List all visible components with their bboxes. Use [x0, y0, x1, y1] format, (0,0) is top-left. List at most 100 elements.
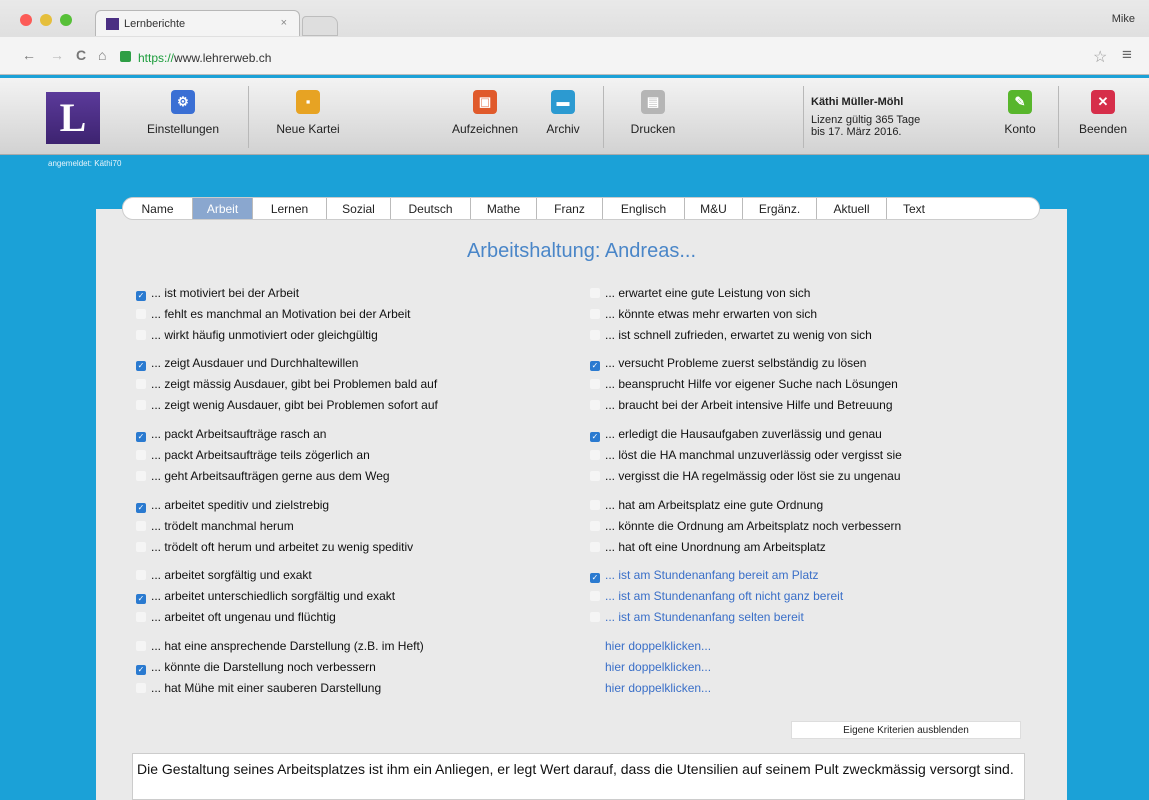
tab-5[interactable]: Mathe	[471, 198, 537, 219]
criteria-item[interactable]: ✓ ... versucht Probleme zuerst selbständi…	[590, 356, 866, 372]
criteria-item[interactable]: ... arbeitet sorgfältig und exakt	[136, 568, 312, 584]
tab-10[interactable]: Aktuell	[817, 198, 887, 219]
account-button[interactable]: ✎ Konto	[995, 90, 1045, 136]
criteria-item[interactable]: ... ist am Stundenanfang oft nicht ganz …	[590, 589, 843, 605]
criteria-item[interactable]: ✓ ... könnte die Darstellung noch verbess…	[136, 660, 376, 676]
criteria-item[interactable]: ✓ ... erledigt die Hausaufgaben zuverläss…	[590, 427, 882, 443]
criteria-item[interactable]: ✓ ... ist motiviert bei der Arbeit	[136, 286, 299, 302]
criteria-item[interactable]: hier doppelklicken...	[590, 660, 711, 676]
criteria-item[interactable]: ✓ ... packt Arbeitsaufträge rasch an	[136, 427, 326, 443]
criteria-item[interactable]: ... ist am Stundenanfang selten bereit	[590, 610, 804, 626]
browser-menu-icon[interactable]: ≡	[1122, 45, 1132, 65]
checkbox[interactable]: ✓	[136, 503, 146, 513]
checkbox[interactable]	[136, 379, 146, 389]
address-bar[interactable]: https://www.lehrerweb.ch	[138, 51, 271, 65]
checkbox[interactable]: ✓	[136, 291, 146, 301]
checkbox[interactable]: ✓	[590, 432, 600, 442]
tab-4[interactable]: Deutsch	[391, 198, 471, 219]
tab-11[interactable]: Text	[887, 198, 941, 219]
tab-3[interactable]: Sozial	[327, 198, 391, 219]
checkbox[interactable]: ✓	[590, 361, 600, 371]
tab-1[interactable]: Arbeit	[193, 198, 253, 219]
browser-tab[interactable]: Lernberichte ×	[95, 10, 300, 36]
checkbox[interactable]	[590, 450, 600, 460]
reload-icon[interactable]: C	[76, 47, 86, 63]
checkbox[interactable]	[590, 379, 600, 389]
minimize-window-icon[interactable]	[40, 14, 52, 26]
bookmark-star-icon[interactable]: ☆	[1093, 47, 1107, 67]
checkbox[interactable]	[590, 309, 600, 319]
checkbox[interactable]	[136, 542, 146, 552]
tab-8[interactable]: M&U	[685, 198, 743, 219]
checkbox[interactable]	[590, 500, 600, 510]
criteria-item[interactable]: ... trödelt manchmal herum	[136, 519, 294, 535]
criteria-item[interactable]: ✓ ... ist am Stundenanfang bereit am Plat…	[590, 568, 818, 584]
criteria-item[interactable]: ... zeigt mässig Ausdauer, gibt bei Prob…	[136, 377, 437, 393]
criteria-item[interactable]: ... könnte etwas mehr erwarten von sich	[590, 307, 817, 323]
criteria-item[interactable]: ... geht Arbeitsaufträgen gerne aus dem …	[136, 469, 390, 485]
checkbox[interactable]	[590, 591, 600, 601]
new-card-button[interactable]: ▪ Neue Kartei	[258, 90, 358, 136]
criteria-item[interactable]: ✓ ... arbeitet unterschiedlich sorgfältig…	[136, 589, 395, 605]
checkbox[interactable]: ✓	[136, 594, 146, 604]
criteria-item[interactable]: ... erwartet eine gute Leistung von sich	[590, 286, 810, 302]
quit-button[interactable]: ✕ Beenden	[1068, 90, 1138, 136]
checkbox[interactable]	[136, 641, 146, 651]
criteria-item[interactable]: ... arbeitet oft ungenau und flüchtig	[136, 610, 336, 626]
checkbox[interactable]	[136, 570, 146, 580]
checkbox[interactable]: ✓	[590, 573, 600, 583]
close-window-icon[interactable]	[20, 14, 32, 26]
checkbox[interactable]	[590, 521, 600, 531]
forward-icon[interactable]: →	[50, 47, 64, 63]
criteria-item[interactable]: ... hat oft eine Unordnung am Arbeitspla…	[590, 540, 826, 556]
checkbox[interactable]	[136, 330, 146, 340]
checkbox[interactable]	[590, 471, 600, 481]
checkbox[interactable]	[136, 309, 146, 319]
criteria-item[interactable]: ... hat am Arbeitsplatz eine gute Ordnun…	[590, 498, 823, 514]
criteria-item[interactable]: ... vergisst die HA regelmässig oder lös…	[590, 469, 901, 485]
checkbox[interactable]	[136, 471, 146, 481]
criteria-item[interactable]: ✓ ... zeigt Ausdauer und Durchhaltewillen	[136, 356, 358, 372]
checkbox[interactable]	[136, 400, 146, 410]
checkbox[interactable]: ✓	[136, 432, 146, 442]
record-button[interactable]: ▣ Aufzeichnen	[440, 90, 530, 136]
hide-own-criteria-button[interactable]: Eigene Kriterien ausblenden	[791, 721, 1021, 739]
criteria-item[interactable]: ... packt Arbeitsaufträge teils zögerlic…	[136, 448, 370, 464]
checkbox[interactable]	[590, 542, 600, 552]
criteria-item[interactable]: ... fehlt es manchmal an Motivation bei …	[136, 307, 410, 323]
checkbox[interactable]	[136, 521, 146, 531]
print-button[interactable]: ▤ Drucken	[618, 90, 688, 136]
criteria-item[interactable]: hier doppelklicken...	[590, 681, 711, 697]
tab-9[interactable]: Ergänz.	[743, 198, 817, 219]
home-icon[interactable]: ⌂	[98, 47, 106, 63]
browser-user[interactable]: Mike	[1112, 13, 1135, 25]
criteria-item[interactable]: ✓ ... arbeitet speditiv und zielstrebig	[136, 498, 329, 514]
new-tab-button[interactable]	[302, 16, 338, 36]
tab-7[interactable]: Englisch	[603, 198, 685, 219]
checkbox[interactable]	[590, 330, 600, 340]
comment-textarea[interactable]: Die Gestaltung seines Arbeitsplatzes ist…	[132, 753, 1025, 800]
criteria-item[interactable]: ... trödelt oft herum und arbeitet zu we…	[136, 540, 413, 556]
checkbox[interactable]	[136, 683, 146, 693]
checkbox[interactable]: ✓	[136, 361, 146, 371]
archive-button[interactable]: ▬ Archiv	[538, 90, 588, 136]
checkbox[interactable]	[136, 612, 146, 622]
criteria-item[interactable]: ... könnte die Ordnung am Arbeitsplatz n…	[590, 519, 901, 535]
criteria-item[interactable]: ... löst die HA manchmal unzuverlässig o…	[590, 448, 902, 464]
checkbox[interactable]	[590, 400, 600, 410]
checkbox[interactable]: ✓	[136, 665, 146, 675]
criteria-item[interactable]: ... zeigt wenig Ausdauer, gibt bei Probl…	[136, 398, 438, 414]
tab-6[interactable]: Franz	[537, 198, 603, 219]
criteria-item[interactable]: ... ist schnell zufrieden, erwartet zu w…	[590, 328, 872, 344]
criteria-item[interactable]: hier doppelklicken...	[590, 639, 711, 655]
criteria-item[interactable]: ... beansprucht Hilfe vor eigener Suche …	[590, 377, 898, 393]
criteria-item[interactable]: ... braucht bei der Arbeit intensive Hil…	[590, 398, 893, 414]
settings-button[interactable]: ⚙ Einstellungen	[133, 90, 233, 136]
checkbox[interactable]	[590, 612, 600, 622]
tab-close-icon[interactable]: ×	[281, 17, 287, 29]
back-icon[interactable]: ←	[22, 47, 36, 63]
checkbox[interactable]	[136, 450, 146, 460]
criteria-item[interactable]: ... hat eine ansprechende Darstellung (z…	[136, 639, 424, 655]
criteria-item[interactable]: ... wirkt häufig unmotiviert oder gleich…	[136, 328, 378, 344]
maximize-window-icon[interactable]	[60, 14, 72, 26]
